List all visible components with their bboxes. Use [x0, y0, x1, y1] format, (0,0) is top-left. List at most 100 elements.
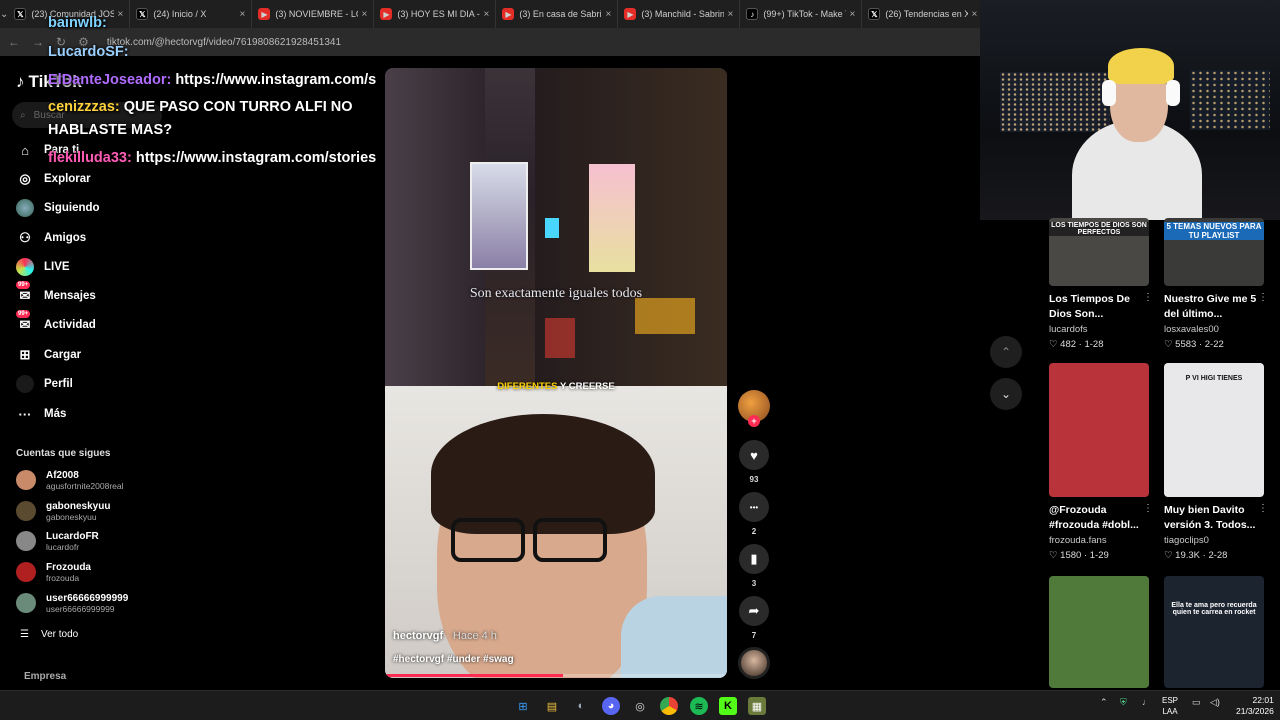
chat-username: LucardoSF: [48, 44, 129, 60]
video-thumbnail[interactable] [1049, 576, 1149, 688]
close-icon[interactable]: × [484, 9, 490, 20]
nav-label: LIVE [44, 261, 70, 273]
following-account[interactable]: Af2008 agusfortnite2008real [16, 467, 124, 493]
chat-text: HABLASTE MAS? [48, 122, 173, 138]
nav-explorar[interactable]: ◎ Explorar [16, 168, 90, 190]
kick-icon[interactable]: K [719, 697, 737, 715]
compass-icon: ◎ [19, 171, 31, 186]
following-title: Cuentas que sigues [16, 448, 111, 459]
previous-video-button[interactable]: ⌃ [990, 336, 1022, 368]
video-thumbnail[interactable]: Ella te ama pero recuerda quien te carre… [1164, 576, 1264, 688]
spotify-icon[interactable]: ≋ [690, 697, 708, 715]
close-icon[interactable]: × [850, 9, 856, 20]
browser-tab[interactable]: ▶ (3) En casa de Sabrin × [496, 0, 619, 28]
nav-cargar[interactable]: ⊞ Cargar [16, 344, 82, 366]
avatar [16, 531, 36, 551]
nav-amigos[interactable]: ⚇ Amigos [16, 227, 86, 249]
chat-username: bainwlb: [48, 15, 107, 31]
nav-mensajes[interactable]: ✉ 99+ Mensajes [16, 281, 96, 307]
nav-perfil[interactable]: Perfil [16, 373, 73, 395]
video-progress-bar[interactable] [385, 674, 727, 677]
window-light [545, 218, 559, 238]
share-action: ➦ 7 [738, 596, 770, 640]
account-text: Af2008 agusfortnite2008real [46, 470, 124, 491]
more-options-icon[interactable]: ⋮ [1258, 503, 1268, 514]
tab-search-icon[interactable]: ⌄ [0, 0, 8, 28]
windows-taskbar: ⊞ ▤ ◐ ◕ ◎ ≋ K ▦ ⌃ ⛨ ♩ ESP LAA ▭ ◁) 22:01 2… [0, 690, 1280, 720]
recommended-video-card[interactable]: P VI HIGI TIENES Muy bien Davito versión … [1164, 363, 1268, 561]
music-disc-avatar[interactable] [738, 647, 770, 679]
more-icon: ··· [18, 406, 32, 422]
footer-company-link[interactable]: Empresa [24, 671, 66, 682]
recommended-video-card[interactable]: Ella te ama pero recuerda quien te carre… [1164, 576, 1264, 688]
nav-label: Actividad [44, 319, 96, 331]
x-icon: 𝕏 [14, 8, 27, 20]
following-account[interactable]: user66666999999 user66666999999 [16, 590, 128, 616]
follow-plus-icon[interactable]: + [748, 415, 760, 427]
browser-tab[interactable]: ▶ (3) Manchild - Sabrin × [618, 0, 741, 28]
chat-message: LucardoSF: [48, 44, 129, 60]
bookmark-icon[interactable]: ▮ [739, 544, 769, 574]
steam-icon[interactable]: ◐ [572, 697, 590, 715]
friends-icon: ⚇ [19, 230, 31, 245]
video-title: @Frozouda #frozouda #dobl... [1049, 504, 1139, 531]
chrome-icon[interactable] [660, 697, 678, 715]
more-options-icon[interactable]: ⋮ [1143, 503, 1153, 514]
nav-siguiendo[interactable]: Siguiendo [16, 197, 100, 219]
video-player[interactable]: Son exactamente iguales todos DIFERENTES… [385, 68, 727, 678]
microphone-icon[interactable]: ♩ [1142, 697, 1151, 707]
tray-overflow-icon[interactable]: ⌃ [1100, 697, 1108, 708]
account-name: Af2008 [46, 469, 79, 481]
system-clock[interactable]: 22:01 21/3/2026 [1236, 695, 1274, 717]
nav-más[interactable]: ··· Más [16, 403, 67, 425]
back-icon[interactable]: ← [8, 35, 20, 49]
following-account[interactable]: gaboneskyuu gaboneskyuu [16, 498, 110, 524]
more-options-icon[interactable]: ⋮ [1143, 292, 1153, 303]
language-indicator[interactable]: ESP LAA [1162, 695, 1178, 717]
video-thumbnail[interactable]: 5 TEMAS NUEVOS PARA TU PLAYLIST [1164, 218, 1264, 286]
video-thumbnail[interactable] [1049, 363, 1149, 497]
security-tray-icon[interactable]: ⛨ [1120, 697, 1127, 708]
stream-chat-overlay: bainwlb: LucardoSF: ElDanteJoseador: htt… [40, 0, 380, 170]
video-thumbnail[interactable]: LOS TIEMPOS DE DIOS SON PERFECTOS [1049, 218, 1149, 286]
browser-tab[interactable]: 𝕏 (26) Tendencias en X × [862, 0, 985, 28]
browser-tab[interactable]: ▶ (3) HOY ES MI DIA - × [374, 0, 497, 28]
following-account[interactable]: LucardoFR lucardofr [16, 528, 99, 554]
nav-actividad[interactable]: ✉ 99+ Actividad [16, 310, 96, 336]
obs-icon[interactable]: ◎ [631, 697, 649, 715]
chevron-up-icon: ⌃ [1000, 345, 1012, 359]
comment-icon[interactable]: ••• [739, 492, 769, 522]
recommended-video-card[interactable]: 5 TEMAS NUEVOS PARA TU PLAYLIST Nuestro G… [1164, 218, 1268, 350]
recommended-video-card[interactable]: @Frozouda #frozouda #dobl... ⋮ frozouda.fa… [1049, 363, 1153, 561]
heart-icon[interactable]: ♥ [739, 440, 769, 470]
video-hashtags[interactable]: #hectorvgf #under #swag [393, 654, 514, 665]
network-icon[interactable]: ▭ [1192, 697, 1201, 708]
glasses-left-lens [451, 518, 525, 562]
video-caption-overlay: Son exactamente iguales todos [469, 286, 643, 301]
video-author: frozouda.fans [1049, 535, 1107, 546]
close-icon[interactable]: × [606, 9, 612, 20]
account-text: gaboneskyuu gaboneskyuu [46, 501, 110, 522]
share-icon[interactable]: ➦ [739, 596, 769, 626]
more-options-icon[interactable]: ⋮ [1258, 292, 1268, 303]
browser-tab[interactable]: ♪ (99+) TikTok - Make Y × [740, 0, 863, 28]
following-account[interactable]: Frozouda frozouda [16, 559, 91, 585]
minecraft-icon[interactable]: ▦ [748, 697, 766, 715]
following-avatar-icon [16, 199, 34, 217]
close-icon[interactable]: × [972, 9, 978, 20]
nav-live[interactable]: LIVE [16, 256, 70, 278]
recommended-video-card[interactable] [1049, 576, 1149, 688]
discord-icon[interactable]: ◕ [602, 697, 620, 715]
next-video-button[interactable]: ⌄ [990, 378, 1022, 410]
author-name[interactable]: hectorvgf [393, 630, 443, 642]
close-icon[interactable]: × [728, 9, 734, 20]
tab-label: (3) Manchild - Sabrin [641, 9, 724, 19]
account-handle: user66666999999 [46, 603, 115, 614]
video-thumbnail[interactable]: P VI HIGI TIENES [1164, 363, 1264, 497]
file-explorer-icon[interactable]: ▤ [543, 697, 561, 715]
youtube-icon: ▶ [624, 8, 637, 20]
windows-start-icon[interactable]: ⊞ [514, 697, 532, 715]
recommended-video-card[interactable]: LOS TIEMPOS DE DIOS SON PERFECTOS Los Tie… [1049, 218, 1153, 350]
see-all-button[interactable]: ☰ Ver todo [20, 629, 78, 640]
volume-icon[interactable]: ◁) [1210, 697, 1220, 708]
